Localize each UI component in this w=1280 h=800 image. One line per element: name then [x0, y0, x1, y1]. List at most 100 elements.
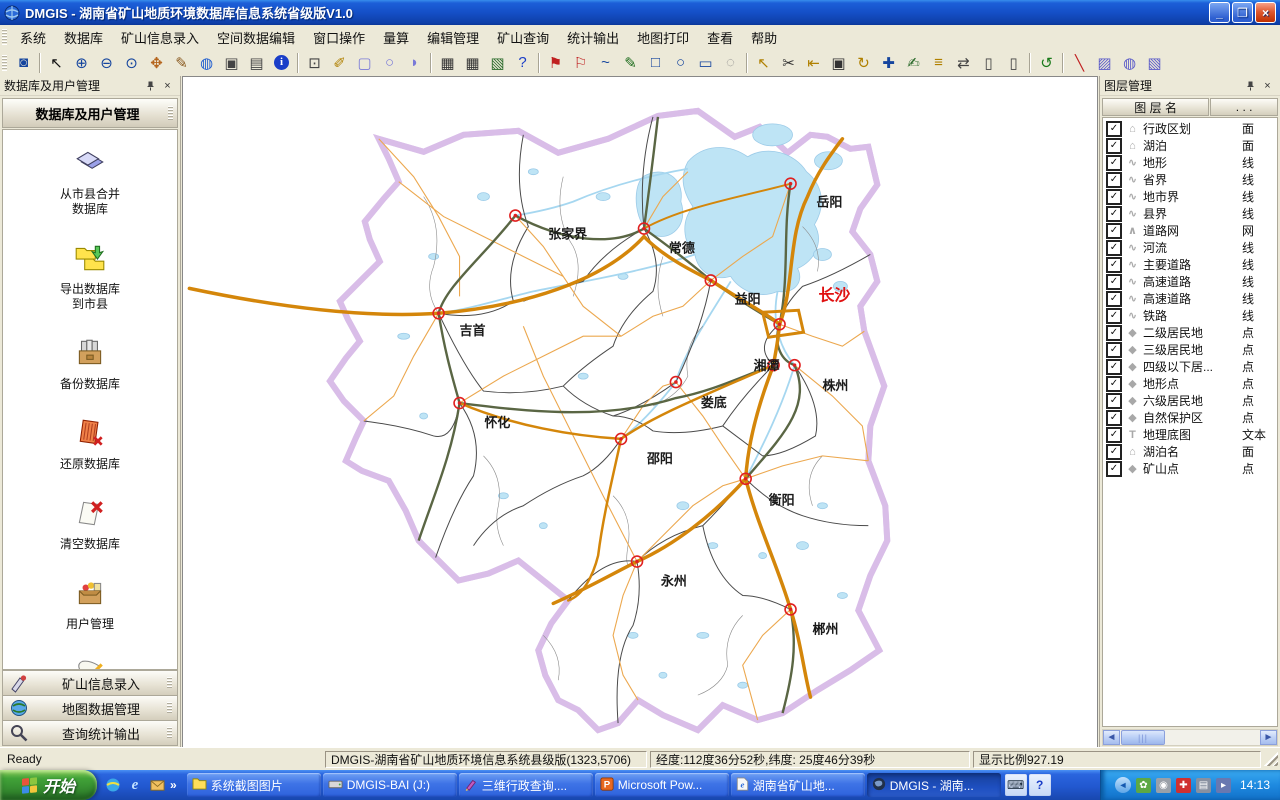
layer-more-column-header[interactable]: . . . [1210, 98, 1278, 116]
layer-row-地市界[interactable]: ✓∿地市界线 [1103, 188, 1277, 205]
layer-checkbox[interactable]: ✓ [1106, 393, 1122, 409]
menu-grip[interactable] [2, 29, 7, 45]
layer-checkbox[interactable]: ✓ [1106, 189, 1122, 205]
menu-item-窗口操作[interactable]: 窗口操作 [304, 25, 374, 50]
task-button-folder[interactable]: 系统截图图片 [187, 773, 321, 797]
attribute-form-icon[interactable]: ▤ [244, 51, 269, 74]
scroll-track[interactable] [1166, 730, 1260, 745]
layer-row-省界[interactable]: ✓∿省界线 [1103, 171, 1277, 188]
close-button[interactable]: × [1255, 2, 1276, 23]
menu-item-统计输出[interactable]: 统计输出 [558, 25, 628, 50]
scroll-thumb[interactable]: ||| [1121, 730, 1165, 745]
copy-feature-icon[interactable]: ▣ [826, 51, 851, 74]
layer-row-矿山点[interactable]: ✓◆矿山点点 [1103, 460, 1277, 477]
layer-row-三级居民地[interactable]: ✓◆三级居民地点 [1103, 341, 1277, 358]
draw-polygon-icon[interactable]: ✎ [618, 51, 643, 74]
add-point-attr-icon[interactable]: ⚐ [568, 51, 593, 74]
layer-checkbox[interactable]: ✓ [1106, 155, 1122, 171]
nav-item-user-mgmt[interactable]: 用户管理 [66, 576, 114, 632]
layer-checkbox[interactable]: ✓ [1106, 172, 1122, 188]
nav-group-header[interactable]: 数据库及用户管理 [2, 98, 178, 128]
fill-rect-icon[interactable]: ▨ [1092, 51, 1117, 74]
spatial-query-icon[interactable]: ✐ [327, 51, 352, 74]
layer-row-地理底图[interactable]: ✓T地理底图文本 [1103, 426, 1277, 443]
layer-checkbox[interactable]: ✓ [1106, 240, 1122, 256]
layer-row-县界[interactable]: ✓∿县界线 [1103, 205, 1277, 222]
scroll-left-icon[interactable]: ◄ [1103, 730, 1120, 745]
pin-icon[interactable] [142, 78, 159, 94]
select-polygon-icon[interactable]: ◗ [402, 51, 427, 74]
layer-checkbox[interactable]: ✓ [1106, 359, 1122, 375]
edit-attribute-icon[interactable]: ✍ [901, 51, 926, 74]
layer-checkbox[interactable]: ✓ [1106, 410, 1122, 426]
layer-row-道路网[interactable]: ✓∧道路网网 [1103, 222, 1277, 239]
quick-launch-more-icon[interactable]: » [170, 778, 177, 792]
left-panel-close-icon[interactable]: × [159, 78, 176, 94]
layer-checkbox[interactable]: ✓ [1106, 427, 1122, 443]
undo-icon[interactable]: ↺ [1034, 51, 1059, 74]
draw-line-icon[interactable]: ~ [593, 51, 618, 74]
nav-item-export-db[interactable]: 导出数据库 到市县 [60, 241, 120, 312]
menu-item-系统[interactable]: 系统 [11, 25, 55, 50]
fill-polygon-icon[interactable]: ▧ [1142, 51, 1167, 74]
print-icon[interactable]: ▦ [435, 51, 460, 74]
tray-icon-display[interactable]: ▤ [1196, 778, 1211, 793]
symbol-line-icon[interactable]: ╲ [1067, 51, 1092, 74]
nav-item-restore-db[interactable]: 还原数据库 [60, 416, 120, 472]
node-delete-icon[interactable]: ▯ [976, 51, 1001, 74]
layer-name-column-header[interactable]: 图 层 名 [1102, 98, 1209, 116]
layer-row-高速道路[interactable]: ✓∿高速道路线 [1103, 290, 1277, 307]
menu-item-查看[interactable]: 查看 [698, 25, 742, 50]
layer-checkbox[interactable]: ✓ [1106, 444, 1122, 460]
rotate-feature-icon[interactable]: ↻ [851, 51, 876, 74]
nav-item-backup-db[interactable]: 备份数据库 [60, 336, 120, 392]
menu-item-矿山查询[interactable]: 矿山查询 [488, 25, 558, 50]
layer-checkbox[interactable]: ✓ [1106, 274, 1122, 290]
layer-checkbox[interactable]: ✓ [1106, 223, 1122, 239]
layer-checkbox[interactable]: ✓ [1106, 138, 1122, 154]
layer-checkbox[interactable]: ✓ [1106, 461, 1122, 477]
layer-row-二级居民地[interactable]: ✓◆二级居民地点 [1103, 324, 1277, 341]
fill-ellipse-icon[interactable]: ◍ [1117, 51, 1142, 74]
menu-item-量算[interactable]: 量算 [374, 25, 418, 50]
tray-icon-volume[interactable]: ◉ [1156, 778, 1171, 793]
draw-rect2-icon[interactable]: ▭ [693, 51, 718, 74]
minimize-button[interactable]: _ [1209, 2, 1230, 23]
snap-icon[interactable]: ⇄ [951, 51, 976, 74]
refresh-brush-icon[interactable]: ✎ [169, 51, 194, 74]
group-bar-mine-entry[interactable]: 矿山信息录入 [2, 670, 178, 696]
menu-item-编辑管理[interactable]: 编辑管理 [418, 25, 488, 50]
help-icon[interactable]: ? [510, 51, 535, 74]
layer-row-地形点[interactable]: ✓◆地形点点 [1103, 375, 1277, 392]
menu-item-空间数据编辑[interactable]: 空间数据编辑 [208, 25, 304, 50]
layer-checkbox[interactable]: ✓ [1106, 206, 1122, 222]
pin-icon[interactable] [1242, 78, 1259, 94]
layer-row-地形[interactable]: ✓∿地形线 [1103, 154, 1277, 171]
layer-row-铁路[interactable]: ✓∿铁路线 [1103, 307, 1277, 324]
nav-item-merge-db[interactable]: 从市县合并 数据库 [60, 146, 120, 217]
add-point-icon[interactable]: ⚑ [543, 51, 568, 74]
info-icon[interactable]: i [269, 51, 294, 74]
tray-icon-database[interactable]: ▸ [1216, 778, 1231, 793]
tray-icon-security-shield[interactable]: ✚ [1176, 778, 1191, 793]
new-map-icon[interactable]: ◙ [11, 51, 36, 74]
preview-icon[interactable]: ⊡ [302, 51, 327, 74]
select-rect-icon[interactable]: ▢ [352, 51, 377, 74]
menu-item-矿山信息录入[interactable]: 矿山信息录入 [112, 25, 208, 50]
layer-checkbox[interactable]: ✓ [1106, 325, 1122, 341]
start-button[interactable]: 开始 [0, 770, 97, 800]
group-bar-map-data[interactable]: 地图数据管理 [2, 696, 178, 721]
toolbar-grip[interactable] [2, 55, 7, 71]
cut-feature-icon[interactable]: ✂ [776, 51, 801, 74]
move-feature-icon[interactable]: ✚ [876, 51, 901, 74]
layer-panel-close-icon[interactable]: × [1259, 78, 1276, 94]
map-window[interactable]: 张家界常德岳阳益阳长沙吉首湘潭株州娄底怀化邵阳衡阳永州郴州 [182, 76, 1098, 748]
layer-row-自然保护区[interactable]: ✓◆自然保护区点 [1103, 409, 1277, 426]
pan-icon[interactable]: ✥ [144, 51, 169, 74]
layer-row-高速道路[interactable]: ✓∿高速道路线 [1103, 273, 1277, 290]
layer-panel-hscrollbar[interactable]: ◄ ||| ► [1102, 729, 1278, 746]
restore-button[interactable]: ❐ [1232, 2, 1253, 23]
layer-row-湖泊[interactable]: ✓⌂湖泊面 [1103, 137, 1277, 154]
task-button-ie-doc[interactable]: e湖南省矿山地... [731, 773, 865, 797]
menu-item-数据库[interactable]: 数据库 [55, 25, 112, 50]
